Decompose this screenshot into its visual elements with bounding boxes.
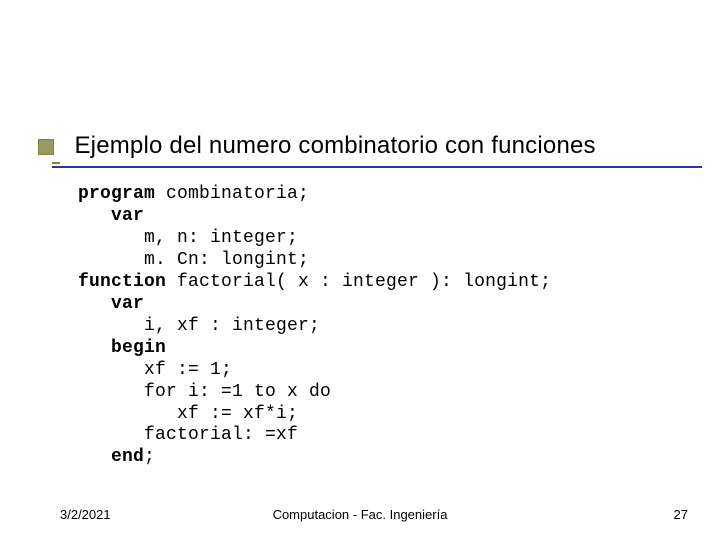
code-text: i, xf : integer; bbox=[78, 316, 320, 336]
kw-end: end bbox=[78, 447, 144, 467]
slide: Ejemplo del numero combinatorio con func… bbox=[0, 0, 720, 540]
footer: 3/2/2021 Computacion - Fac. Ingeniería 2… bbox=[60, 500, 660, 522]
slide-title-row: Ejemplo del numero combinatorio con func… bbox=[38, 132, 690, 170]
footer-page-number: 27 bbox=[674, 507, 688, 522]
kw-begin: begin bbox=[78, 338, 166, 358]
title-underline bbox=[52, 166, 702, 168]
kw-var: var bbox=[78, 294, 144, 314]
code-text: xf := 1; bbox=[78, 360, 232, 380]
code-text: ; bbox=[144, 447, 155, 467]
code-text: factorial: =xf bbox=[78, 425, 298, 445]
kw-function: function bbox=[78, 272, 166, 292]
code-block: program combinatoria; var m, n: integer;… bbox=[78, 184, 660, 469]
code-text: m. Cn: longint; bbox=[78, 250, 309, 270]
code-text: xf := xf*i; bbox=[78, 404, 298, 424]
title-tick-icon bbox=[52, 162, 60, 164]
code-text: combinatoria; bbox=[155, 184, 309, 204]
kw-var: var bbox=[78, 206, 144, 226]
kw-program: program bbox=[78, 184, 155, 204]
code-text: for i: =1 to x do bbox=[78, 382, 331, 402]
title-bullet-icon bbox=[38, 139, 54, 155]
code-text: m, n: integer; bbox=[78, 228, 298, 248]
code-text: factorial( x : integer ): longint; bbox=[166, 272, 551, 292]
footer-center: Computacion - Fac. Ingeniería bbox=[60, 507, 660, 522]
slide-title: Ejemplo del numero combinatorio con func… bbox=[74, 132, 595, 160]
